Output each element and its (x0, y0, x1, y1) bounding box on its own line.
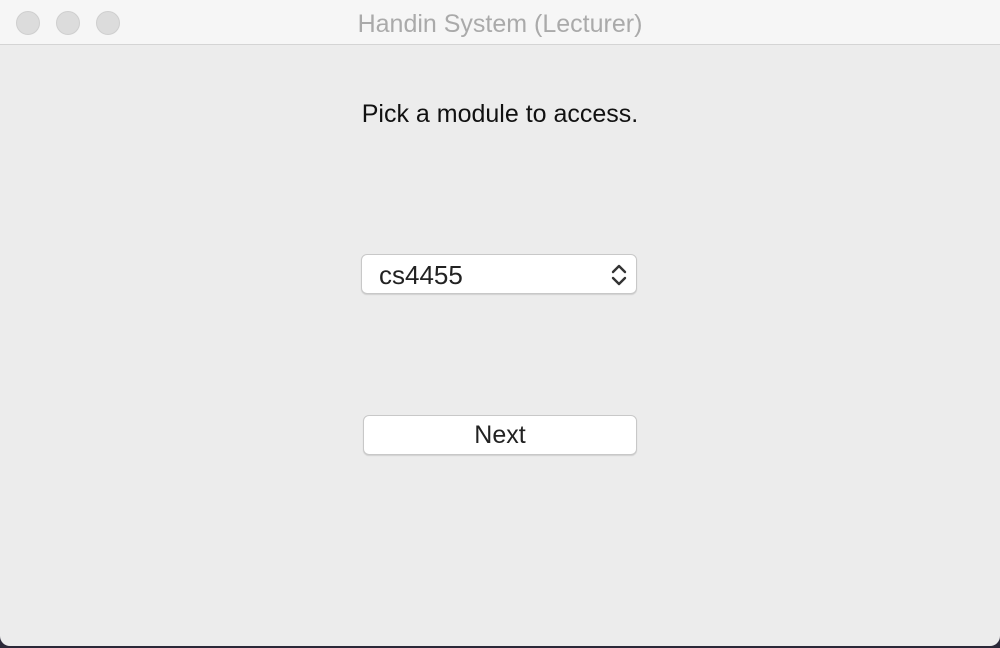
app-window: Handin System (Lecturer) Pick a module t… (0, 0, 1000, 646)
chevron-up-down-icon (611, 264, 627, 286)
next-button[interactable]: Next (363, 415, 637, 455)
module-select-value: cs4455 (379, 260, 463, 290)
title-bar[interactable]: Handin System (Lecturer) (0, 0, 1000, 45)
window-title: Handin System (Lecturer) (357, 10, 643, 38)
module-select[interactable]: cs4455 (361, 254, 637, 294)
page-prompt: Pick a module to access. (361, 100, 639, 128)
